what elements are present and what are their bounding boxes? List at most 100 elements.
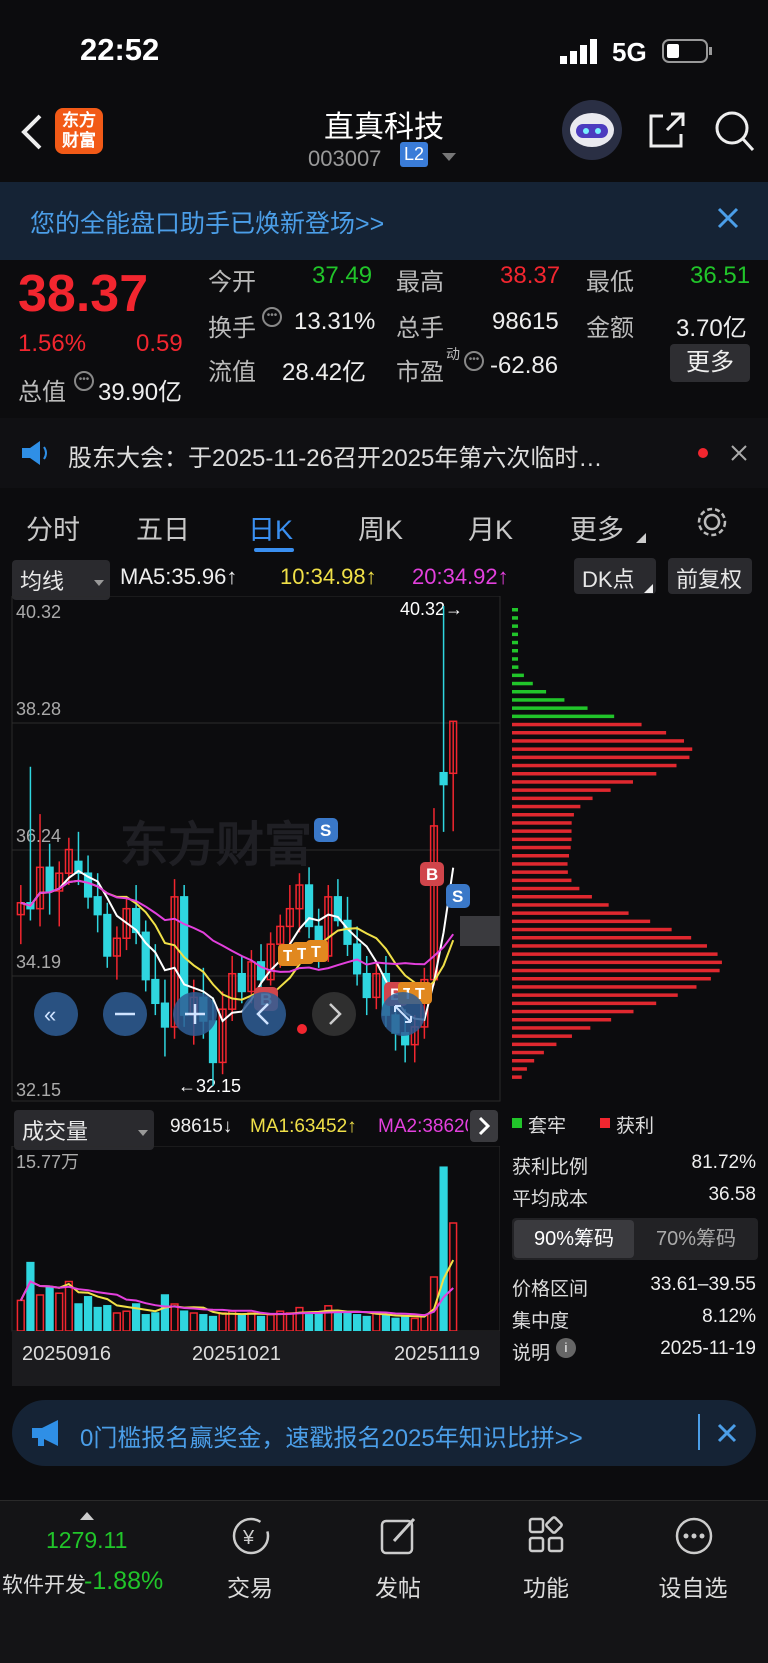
kline-toolbar: 均线 MA5:35.96↑ 10:34.98↑ 20:34.92↑ DK点 前复… <box>0 556 768 600</box>
chevron-down-icon <box>138 1124 148 1142</box>
open-label: 今开 <box>208 269 256 296</box>
tab-70-chips[interactable]: 70%筹码 <box>636 1220 756 1258</box>
chip-bar <box>512 640 518 645</box>
amount-label: 金额 <box>586 315 634 342</box>
chip-bar <box>512 985 697 989</box>
svg-text:¥: ¥ <box>242 1527 255 1549</box>
contest-banner-text[interactable]: 0门槛报名赢奖金，速戳报名2025年知识比拼>> <box>80 1418 583 1453</box>
chip-range-tabs: 90%筹码 70%筹码 <box>512 1218 758 1260</box>
avg-cost-label: 平均成本 <box>512 1189 589 1210</box>
volume-bar <box>189 1312 198 1332</box>
sector-index-value[interactable]: 1279.11 <box>46 1527 127 1554</box>
chip-bar <box>512 1042 557 1047</box>
position-dot <box>297 1024 307 1034</box>
info-icon[interactable]: ••• <box>74 371 94 391</box>
dk-point-label[interactable]: DK点 <box>582 567 635 592</box>
contest-banner[interactable]: 0门槛报名赢奖金，速戳报名2025年知识比拼>> <box>12 1400 756 1466</box>
chip-bar <box>512 952 718 956</box>
announcement-text[interactable]: 股东大会：于2025-11-26召开2025年第六次临时… <box>68 438 602 473</box>
scroll-right-button[interactable] <box>312 992 356 1036</box>
top-bar: 东方 财富 直真科技 003007 L2 <box>0 100 768 180</box>
tab-90-chips[interactable]: 90%筹码 <box>514 1220 634 1258</box>
promo-banner-text[interactable]: 您的全能盘口助手已焕新登场>> <box>30 204 384 240</box>
candle-body <box>45 866 54 892</box>
nav-post-label[interactable]: 发帖 <box>323 1569 473 1603</box>
chip-bar <box>512 1026 591 1030</box>
chip-bar <box>512 780 633 784</box>
close-icon[interactable] <box>716 206 740 235</box>
volume-chart[interactable]: 15.77万 20250916 20251021 20251119 <box>0 1146 500 1386</box>
close-icon[interactable] <box>716 1422 738 1449</box>
volume-select-label[interactable]: 成交量 <box>22 1119 88 1144</box>
chip-bar <box>512 632 518 637</box>
volume-indicator-select[interactable]: 成交量 <box>14 1110 154 1150</box>
volume-bar <box>141 1314 150 1332</box>
chip-bar <box>512 977 711 981</box>
info-icon[interactable]: i <box>556 1338 576 1358</box>
expand-right-icon[interactable] <box>470 1110 498 1142</box>
volume-bar <box>55 1292 64 1332</box>
chip-bar <box>512 739 685 743</box>
sector-name[interactable]: 软件开发 <box>2 1569 86 1599</box>
tab-monthly-k[interactable]: 月K <box>468 508 513 547</box>
tab-intraday[interactable]: 分时 <box>26 508 80 547</box>
chip-bar <box>512 714 615 719</box>
indicator-select-label[interactable]: 均线 <box>20 569 64 594</box>
nav-watchlist-label[interactable]: 设自选 <box>618 1569 768 1603</box>
min-price-label: ←32.15 <box>178 1076 241 1096</box>
candle-body <box>151 978 160 1005</box>
tab-daily-k[interactable]: 日K <box>248 508 293 547</box>
share-icon[interactable] <box>645 110 687 157</box>
chip-bar <box>512 649 518 653</box>
dropdown-arrow-icon[interactable] <box>442 150 456 168</box>
tab-five-day[interactable]: 五日 <box>136 508 190 547</box>
volume-bar <box>333 1310 343 1332</box>
info-icon[interactable]: ••• <box>262 307 282 327</box>
volume-bar <box>266 1314 275 1332</box>
date-label-3: 20251119 <box>394 1343 480 1365</box>
sector-change[interactable]: -1.88% <box>84 1567 163 1596</box>
adjust-mode-button[interactable]: 前复权 <box>668 558 752 594</box>
pe-value: -62.86 <box>490 352 559 379</box>
close-icon[interactable] <box>730 444 748 467</box>
status-bar: 22:52 5G <box>0 0 768 100</box>
open-value: 37.49 <box>312 262 373 289</box>
nav-trade-label[interactable]: 交易 <box>175 1569 325 1603</box>
volume-bar <box>180 1310 189 1332</box>
candle-body <box>93 896 102 916</box>
announcement-bar[interactable]: 股东大会：于2025-11-26召开2025年第六次临时… <box>0 418 768 488</box>
max-price-label: 40.32→ <box>400 599 463 619</box>
svg-text:S: S <box>320 821 331 840</box>
chip-bar <box>512 796 593 801</box>
chip-bar <box>512 944 707 948</box>
volume-bar <box>208 1315 218 1332</box>
chip-bar <box>512 845 571 850</box>
svg-text:T: T <box>311 944 321 961</box>
chip-bar <box>512 927 672 932</box>
settings-icon[interactable] <box>694 504 730 545</box>
date-label-2: 20251021 <box>192 1343 281 1365</box>
chip-bar <box>512 624 518 628</box>
y-label-2: 38.28 <box>16 699 61 719</box>
legend-swatch-profit <box>600 1118 610 1128</box>
ma5-value: MA5:35.96↑ <box>120 564 238 589</box>
info-icon[interactable]: ••• <box>464 351 484 371</box>
chip-bar <box>512 903 609 907</box>
chip-bar <box>512 747 693 751</box>
more-button[interactable]: 更多 <box>670 344 750 382</box>
chip-panel: 套牢 获利 获利比例 81.72% 平均成本 36.58 90%筹码 70%筹码… <box>500 1106 768 1386</box>
kline-chart[interactable]: 东方财富 40.32 38.28 36.24 34.19 32.15 40.32… <box>0 596 768 1106</box>
tab-more[interactable]: 更多 <box>570 508 624 547</box>
scroll-left-button[interactable] <box>242 992 286 1036</box>
nav-functions-label[interactable]: 功能 <box>471 1569 621 1603</box>
search-icon[interactable] <box>712 108 756 159</box>
chevron-down-icon <box>94 574 104 592</box>
volume-bar <box>381 1314 391 1332</box>
promo-banner[interactable]: 您的全能盘口助手已焕新登场>> <box>0 182 768 260</box>
robot-assistant-icon[interactable] <box>562 100 622 160</box>
chip-bar <box>512 1067 527 1071</box>
adjust-mode-label[interactable]: 前复权 <box>676 567 742 592</box>
volume-bar <box>122 1310 131 1332</box>
status-time: 22:52 <box>80 32 160 67</box>
tab-weekly-k[interactable]: 周K <box>358 508 403 547</box>
